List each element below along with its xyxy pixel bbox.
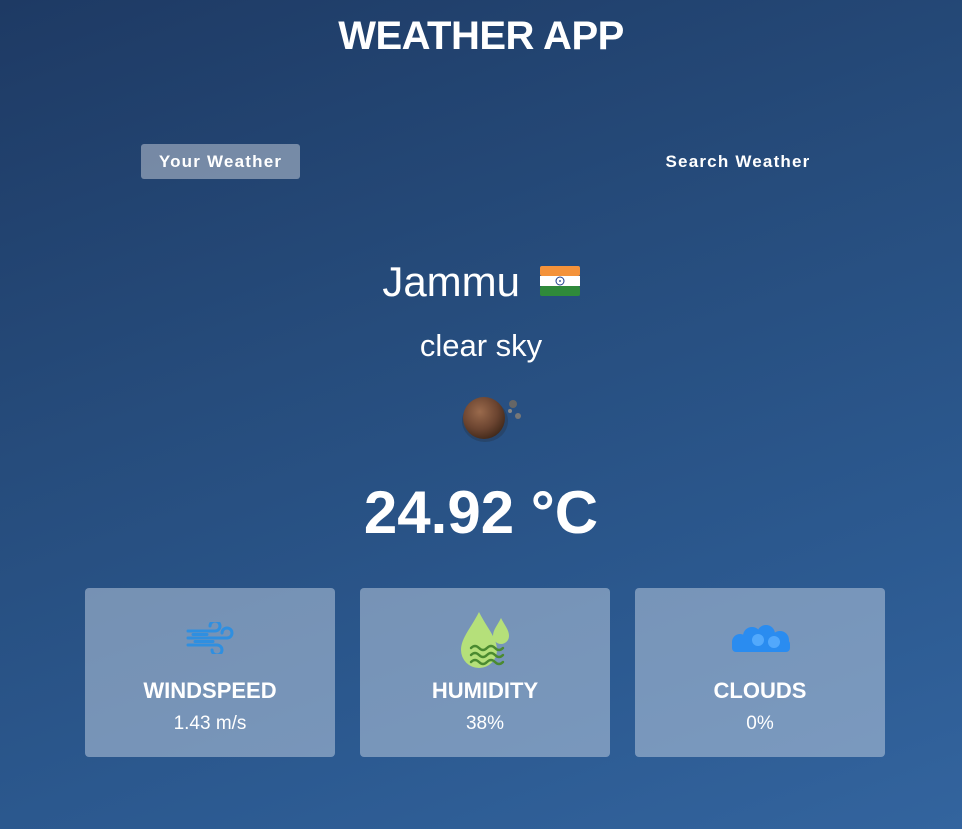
india-flag-icon [539,258,580,306]
clouds-icon [635,624,885,654]
humidity-card: HUMIDITY 38% [360,588,610,757]
temperature: 24.92 °C [363,479,599,546]
clouds-label: CLOUDS [713,678,807,703]
humidity-drops-icon [360,608,610,670]
clouds-card: CLOUDS 0% [635,588,885,757]
windspeed-card: WINDSPEED 1.43 m/s [85,588,335,757]
city-row: Jammu [0,258,962,306]
tab-search-weather[interactable]: Search Weather [650,144,826,179]
humidity-label: HUMIDITY [431,678,539,703]
weather-description: clear sky [419,328,543,363]
windspeed-value: 1.43 m/s [173,713,247,734]
app-title: WEATHER APP [338,14,624,58]
clear-sky-night-moon-icon [456,392,526,444]
tab-your-weather[interactable]: Your Weather [141,144,300,179]
windspeed-label: WINDSPEED [143,678,277,703]
clouds-value: 0% [746,713,774,734]
city-name: Jammu [382,258,521,305]
wind-icon [85,622,335,654]
humidity-value: 38% [465,713,505,734]
